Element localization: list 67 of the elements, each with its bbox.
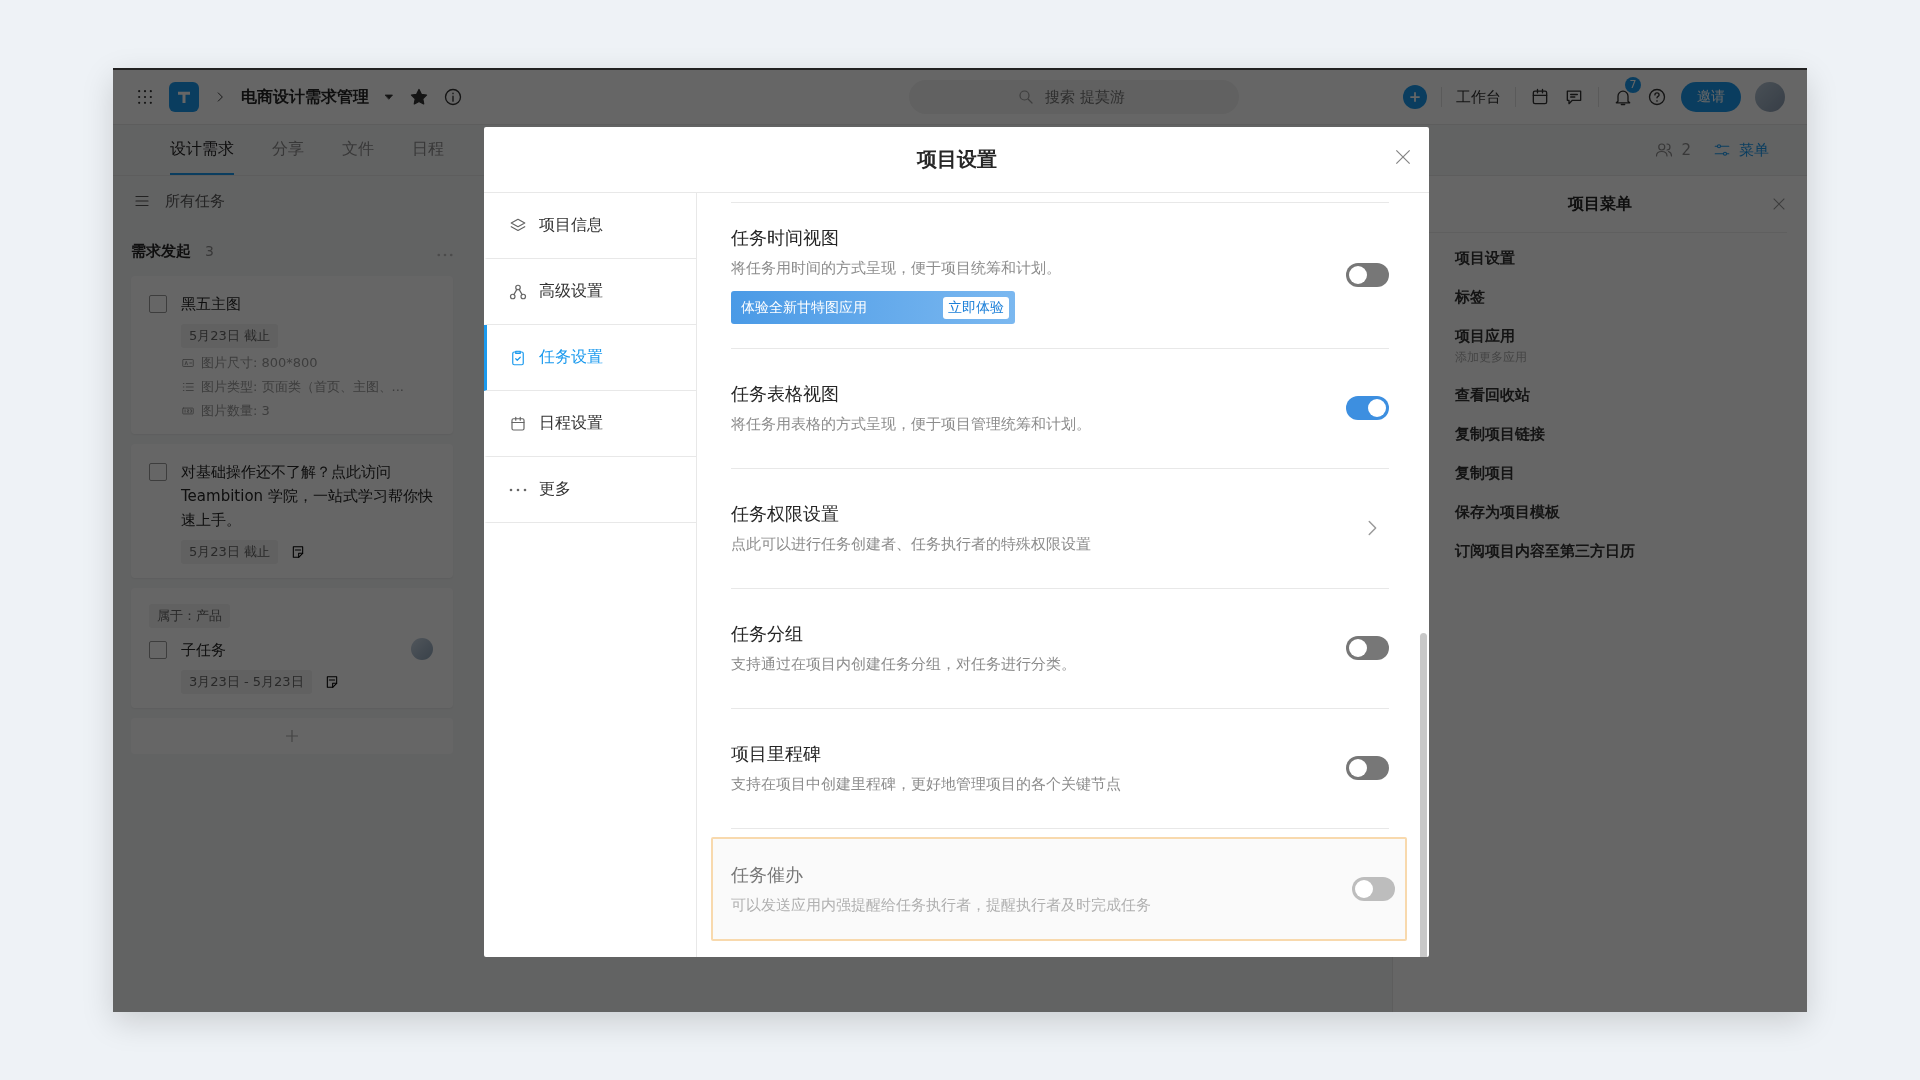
- invite-button[interactable]: 邀请: [1681, 82, 1741, 112]
- menu-item[interactable]: 标签: [1455, 288, 1485, 307]
- checkbox[interactable]: [149, 641, 167, 659]
- menu-item[interactable]: 项目设置: [1455, 249, 1515, 268]
- plus-icon: [283, 727, 301, 745]
- more-icon: [509, 487, 527, 492]
- calendar-icon: [1530, 87, 1550, 107]
- nav-item[interactable]: 任务设置: [484, 325, 696, 391]
- menu-item[interactable]: 项目应用: [1455, 327, 1527, 346]
- setting-description: 将任务用表格的方式呈现，便于项目管理统筹和计划。: [731, 415, 1091, 434]
- menu-link[interactable]: 菜单: [1739, 140, 1769, 160]
- number-field-icon: [181, 404, 195, 418]
- tab[interactable]: 设计需求: [170, 125, 234, 175]
- workbench-link[interactable]: 工作台: [1456, 87, 1501, 107]
- apps-grid-icon: [135, 87, 155, 107]
- setting-description: 支持在项目中创建里程碑，更好地管理项目的各个关键节点: [731, 775, 1121, 794]
- app-logo[interactable]: [169, 82, 199, 112]
- help-icon: [1647, 87, 1667, 107]
- toggle-switch[interactable]: [1346, 636, 1389, 660]
- clipboard-check-icon: [509, 348, 527, 367]
- menu-item[interactable]: 复制项目链接: [1455, 425, 1545, 444]
- column-title: 需求发起: [131, 241, 191, 261]
- toggle-switch[interactable]: [1346, 396, 1389, 420]
- menu-item[interactable]: 订阅项目内容至第三方日历: [1455, 542, 1635, 561]
- checkbox[interactable]: [149, 463, 167, 481]
- setting-description: 点此可以进行任务创建者、任务执行者的特殊权限设置: [731, 535, 1091, 554]
- scrollbar[interactable]: [1420, 633, 1427, 957]
- setting-description: 支持通过在项目内创建任务分组，对任务进行分类。: [731, 655, 1076, 674]
- panel-title: 项目菜单: [1568, 193, 1632, 215]
- user-avatar[interactable]: [1755, 82, 1785, 112]
- setting-title: 项目里程碑: [731, 742, 821, 766]
- sliders-icon: [1713, 141, 1731, 159]
- setting-description: 可以发送应用内强提醒给任务执行者，提醒执行者及时完成任务: [731, 896, 1151, 915]
- task-title: 黑五主图: [181, 294, 241, 315]
- setting-title: 任务时间视图: [731, 226, 839, 250]
- task-title: 子任务: [181, 640, 226, 661]
- dialog-title: 项目设置: [916, 146, 997, 173]
- setting-title: 任务催办: [731, 863, 803, 887]
- notification-badge: 7: [1625, 77, 1641, 93]
- filter-label[interactable]: 所有任务: [165, 191, 225, 211]
- setting-title: 任务分组: [731, 622, 803, 646]
- list-icon: [181, 380, 195, 394]
- toggle-switch[interactable]: [1346, 756, 1389, 780]
- more-icon[interactable]: [437, 252, 453, 257]
- setting-title: 任务权限设置: [731, 502, 839, 526]
- assignee-avatar: [411, 638, 433, 660]
- plus-icon: [1408, 90, 1422, 104]
- add-task-button[interactable]: [131, 718, 453, 754]
- star-icon: [409, 87, 429, 107]
- menu-item[interactable]: 查看回收站: [1455, 386, 1530, 405]
- banner-text: 体验全新甘特图应用: [741, 298, 867, 317]
- task-title: 对基础操作还不了解？点此访问 Teambition 学院，一站式学习帮你快速上手。: [181, 462, 433, 531]
- menu-item[interactable]: 保存为项目模板: [1455, 503, 1560, 522]
- toggle-switch[interactable]: [1346, 263, 1389, 287]
- project-name[interactable]: 电商设计需求管理: [241, 86, 369, 108]
- members-icon: [1655, 141, 1674, 159]
- nodes-icon: [509, 282, 527, 301]
- checkbox[interactable]: [149, 295, 167, 313]
- setting-description: 将任务用时间的方式呈现，便于项目统筹和计划。: [731, 259, 1061, 278]
- setting-title: 任务表格视图: [731, 382, 839, 406]
- try-now-button[interactable]: 立即体验: [943, 296, 1009, 319]
- add-button[interactable]: [1403, 85, 1427, 109]
- search-icon: [1017, 88, 1035, 106]
- info-icon: [443, 87, 463, 107]
- menu-item[interactable]: 复制项目: [1455, 464, 1515, 483]
- calendar-icon: [509, 414, 527, 433]
- text-field-icon: [181, 356, 195, 370]
